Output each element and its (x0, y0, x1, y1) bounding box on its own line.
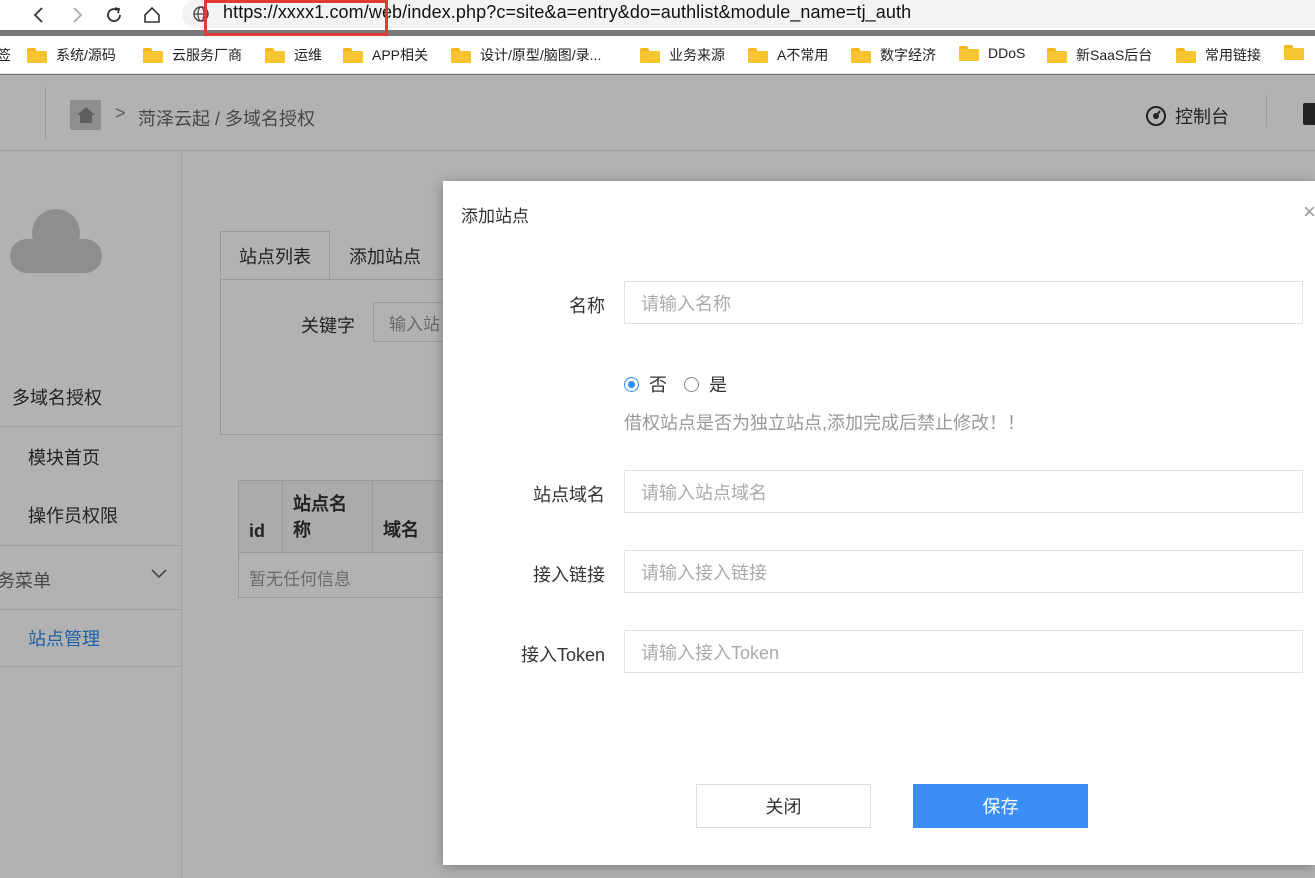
folder-icon (27, 47, 47, 63)
folder-icon (640, 47, 660, 63)
bookmark-folder[interactable]: 设计/原型/脑图/录... (451, 45, 601, 65)
folder-icon (451, 47, 471, 63)
folder-icon (748, 47, 768, 63)
bookmark-folder[interactable]: 数字经济 (851, 45, 936, 65)
folder-icon (1176, 47, 1196, 63)
save-button[interactable]: 保存 (913, 784, 1088, 828)
close-button[interactable]: 关闭 (696, 784, 871, 828)
forward-icon[interactable] (63, 2, 91, 28)
dialog-title: 添加站点 (461, 207, 529, 226)
bookmark-folder[interactable] (1284, 45, 1313, 60)
bookmark-folder[interactable]: 云服务厂商 (143, 45, 242, 65)
folder-icon (959, 45, 979, 61)
bookmark-folder[interactable]: 新SaaS后台 (1047, 45, 1152, 65)
home-icon[interactable] (138, 2, 166, 28)
add-site-dialog: 添加站点 × 名称 请输入名称 否 是 借权站点是否为独立站点,添加完成后禁止修… (443, 181, 1315, 865)
close-icon[interactable]: × (1303, 199, 1315, 225)
name-input[interactable]: 请输入名称 (624, 281, 1303, 324)
bookmark-folder[interactable]: DDoS (959, 45, 1025, 61)
token-input[interactable]: 请输入接入Token (624, 630, 1303, 673)
browser-toolbar: https://xxxx1.com/web/index.php?c=site&a… (0, 0, 1315, 36)
radio-yes[interactable] (684, 376, 699, 392)
radio-yes-label[interactable]: 是 (709, 371, 727, 397)
reload-icon[interactable] (100, 2, 128, 28)
name-label: 名称 (569, 296, 605, 316)
domain-label: 站点域名 (533, 485, 605, 505)
folder-icon (1284, 45, 1304, 60)
folder-icon (1047, 47, 1067, 63)
bookmark-folder[interactable]: 业务来源 (640, 45, 725, 65)
link-input[interactable]: 请输入接入链接 (624, 550, 1303, 593)
independent-site-radio-group: 否 是 (624, 371, 744, 397)
radio-no-label[interactable]: 否 (649, 371, 667, 397)
radio-hint: 借权站点是否为独立站点,添加完成后禁止修改！！ (624, 413, 1025, 433)
token-label: 接入Token (520, 645, 605, 665)
folder-icon (343, 47, 363, 63)
folder-icon (851, 47, 871, 63)
radio-no[interactable] (624, 376, 639, 392)
bookmark-folder[interactable]: A不常用 (748, 45, 828, 65)
bookmark-folder[interactable]: 运维 (265, 45, 322, 65)
back-icon[interactable] (25, 2, 53, 28)
bookmark-folder[interactable]: 常用链接 (1176, 45, 1261, 65)
link-label: 接入链接 (533, 565, 605, 585)
folder-icon (265, 47, 285, 63)
domain-input[interactable]: 请输入站点域名 (624, 470, 1303, 513)
bookmarks-bar: 签 系统/源码 云服务厂商 运维 APP相关 设计/原型/脑图/录... 业务来… (0, 36, 1315, 74)
folder-icon (143, 47, 163, 63)
bookmark-folder[interactable]: 系统/源码 (27, 45, 116, 65)
bookmark-folder[interactable]: APP相关 (343, 45, 428, 65)
bookmark-item[interactable]: 签 (0, 45, 11, 65)
highlight-box (204, 0, 388, 36)
